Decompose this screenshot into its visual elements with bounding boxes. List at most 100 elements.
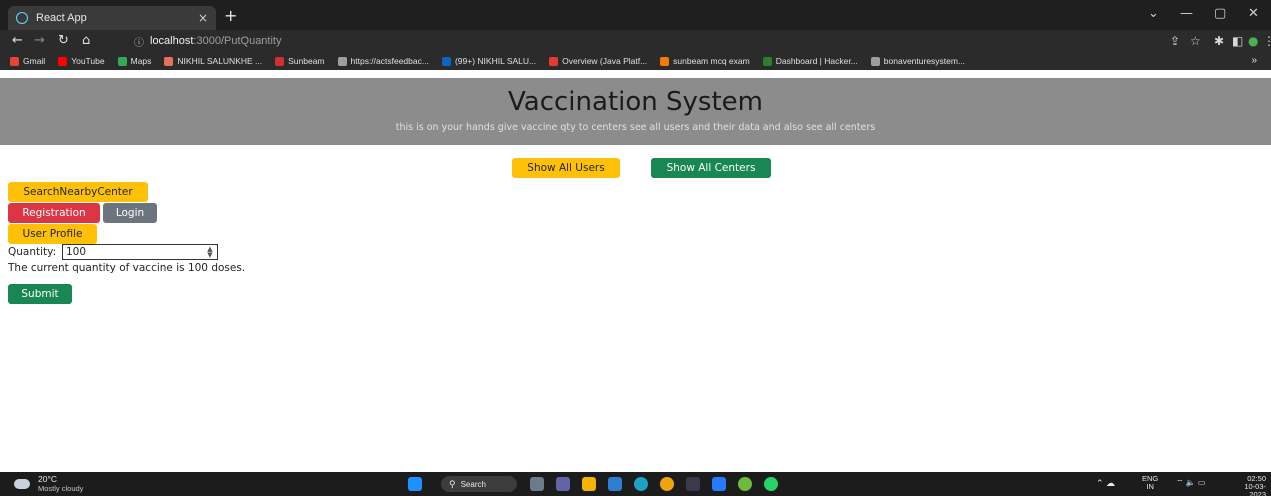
edge-icon[interactable]	[634, 477, 648, 491]
quantity-stepper-icon[interactable]: ▲ ▼	[206, 246, 214, 259]
windows-taskbar: 20°C Mostly cloudy ⚲ Search ⌃ ☁ ENG IN ⌔…	[0, 472, 1271, 496]
page-header: Vaccination System this is on your hands…	[0, 78, 1271, 145]
spring-tool-icon[interactable]	[738, 477, 752, 491]
store-icon[interactable]	[608, 477, 622, 491]
submit-button[interactable]: Submit	[8, 284, 72, 304]
search-icon: ⚲	[449, 478, 456, 489]
bookmark-favicon-icon	[117, 56, 127, 66]
network-volume-battery-icon[interactable]: ⌔ 🔈 ▭	[1176, 478, 1206, 488]
chrome-icon[interactable]	[660, 477, 674, 491]
menu-kebab-icon[interactable]: ⋮	[1263, 34, 1271, 48]
profile-avatar-icon[interactable]: ●	[1248, 34, 1258, 48]
bookmark-item[interactable]: YouTube	[58, 56, 105, 66]
bookmark-label: Maps	[130, 56, 152, 66]
extensions-icon[interactable]: ✱	[1214, 34, 1224, 48]
bookmark-label: bonaventuresystem...	[883, 56, 966, 66]
bookmark-favicon-icon	[660, 56, 670, 66]
search-nearby-center-button[interactable]: SearchNearbyCenter	[8, 182, 148, 202]
quantity-label: Quantity:	[8, 246, 57, 258]
close-window-icon[interactable]: ✕	[1248, 6, 1259, 21]
new-tab-button[interactable]: +	[224, 6, 237, 26]
browser-tab-bar: React App × + ⌄ — ▢ ✕	[0, 0, 1271, 30]
bookmark-label: (99+) NIKHIL SALU...	[454, 56, 537, 66]
user-profile-button[interactable]: User Profile	[8, 224, 97, 244]
address-toolbar: ← → ↻ ⌂ ⓘ localhost :3000/PutQuantity ⇪ …	[0, 30, 1271, 52]
weather-description: Mostly cloudy	[38, 484, 84, 493]
weather-temperature: 20°C	[38, 474, 57, 484]
weather-widget[interactable]: 20°C Mostly cloudy	[11, 474, 84, 493]
teams-icon[interactable]	[556, 477, 570, 491]
site-info-icon[interactable]: ⓘ	[134, 34, 144, 49]
bookmark-favicon-icon	[58, 56, 68, 66]
task-view-icon[interactable]	[530, 477, 544, 491]
weather-cloud-icon	[11, 475, 30, 489]
bookmark-label: Overview (Java Platf...	[562, 56, 648, 66]
bookmark-label: Sunbeam	[288, 56, 325, 66]
tab-title: React App	[36, 12, 87, 24]
tray-overflow-icon[interactable]: ⌃ ☁	[1096, 478, 1115, 489]
bookmark-label: Gmail	[23, 56, 46, 66]
bookmark-item[interactable]: NIKHIL SALUNKHE ...	[164, 56, 262, 66]
bookmark-label: https://actsfeedbac...	[350, 56, 429, 66]
bookmark-favicon-icon	[549, 56, 559, 66]
taskbar-clock[interactable]: 02:50 10-03-2023	[1232, 475, 1266, 496]
quantity-value: 100	[66, 246, 87, 258]
quantity-message: The current quantity of vaccine is 100 d…	[8, 262, 246, 274]
bookmark-favicon-icon	[870, 56, 880, 66]
url-field[interactable]: ⓘ localhost :3000/PutQuantity	[134, 32, 1184, 50]
bookmark-favicon-icon	[275, 56, 285, 66]
reload-icon[interactable]: ↻	[58, 33, 69, 49]
tab-close-icon[interactable]: ×	[198, 11, 208, 25]
windows-start-icon[interactable]	[408, 477, 422, 491]
taskbar-search-label: Search	[460, 479, 486, 489]
language-indicator[interactable]: ENG IN	[1142, 475, 1158, 491]
bookmark-label: sunbeam mcq exam	[673, 56, 750, 66]
sidepanel-icon[interactable]: ◧	[1232, 34, 1243, 48]
url-path: :3000/PutQuantity	[193, 35, 282, 47]
bookmark-star-icon[interactable]: ☆	[1190, 34, 1201, 48]
bookmark-item[interactable]: Sunbeam	[275, 56, 325, 66]
share-icon[interactable]: ⇪	[1170, 34, 1180, 48]
tab-search-chevron-icon[interactable]: ⌄	[1148, 6, 1159, 21]
show-all-users-button[interactable]: Show All Users	[512, 158, 620, 178]
bookmark-label: Dashboard | Hacker...	[775, 56, 858, 66]
taskbar-search[interactable]: ⚲ Search	[441, 476, 517, 492]
url-host: localhost	[150, 35, 194, 47]
bookmark-favicon-icon	[762, 56, 772, 66]
bookmark-label: NIKHIL SALUNKHE ...	[177, 56, 263, 66]
forward-icon[interactable]: →	[34, 33, 45, 49]
bookmark-item[interactable]: https://actsfeedbac...	[337, 56, 429, 66]
bookmark-item[interactable]: Maps	[117, 56, 152, 66]
bookmark-item[interactable]: bonaventuresystem...	[870, 56, 966, 66]
bookmark-favicon-icon	[10, 56, 19, 66]
terminal-icon[interactable]	[686, 477, 700, 491]
browser-tab[interactable]: React App ×	[8, 6, 216, 30]
whatsapp-icon[interactable]	[764, 477, 778, 491]
bookmarks-overflow-icon[interactable]: »	[1251, 55, 1257, 66]
bookmark-item[interactable]: sunbeam mcq exam	[660, 56, 750, 66]
back-icon[interactable]: ←	[12, 33, 23, 49]
page-title: Vaccination System	[508, 87, 763, 117]
bookmark-favicon-icon	[337, 56, 347, 66]
bookmark-favicon-icon	[164, 56, 174, 66]
clock-date: 10-03-2023	[1244, 482, 1266, 496]
minimize-icon[interactable]: —	[1180, 6, 1193, 21]
registration-button[interactable]: Registration	[8, 203, 100, 223]
bookmark-item[interactable]: (99+) NIKHIL SALU...	[441, 56, 537, 66]
bookmark-favicon-icon	[441, 56, 451, 66]
file-explorer-icon[interactable]	[582, 477, 596, 491]
bookmarks-bar: Gmail YouTube Maps NIKHIL SALUNKHE ... Sunbe…	[0, 52, 1271, 70]
quantity-input[interactable]: 100 ▲ ▼	[62, 244, 218, 260]
login-button[interactable]: Login	[103, 203, 157, 223]
lang-region: IN	[1146, 482, 1154, 491]
vscode-icon[interactable]	[712, 477, 726, 491]
maximize-icon[interactable]: ▢	[1214, 6, 1226, 21]
bookmark-item[interactable]: Gmail	[10, 56, 45, 66]
bookmark-item[interactable]: Overview (Java Platf...	[549, 56, 647, 66]
bookmark-label: YouTube	[71, 56, 105, 66]
home-icon[interactable]: ⌂	[82, 33, 90, 49]
react-favicon-icon	[16, 12, 28, 24]
page-subtitle: this is on your hands give vaccine qty t…	[395, 122, 876, 133]
bookmark-item[interactable]: Dashboard | Hacker...	[762, 56, 858, 66]
show-all-centers-button[interactable]: Show All Centers	[651, 158, 771, 178]
